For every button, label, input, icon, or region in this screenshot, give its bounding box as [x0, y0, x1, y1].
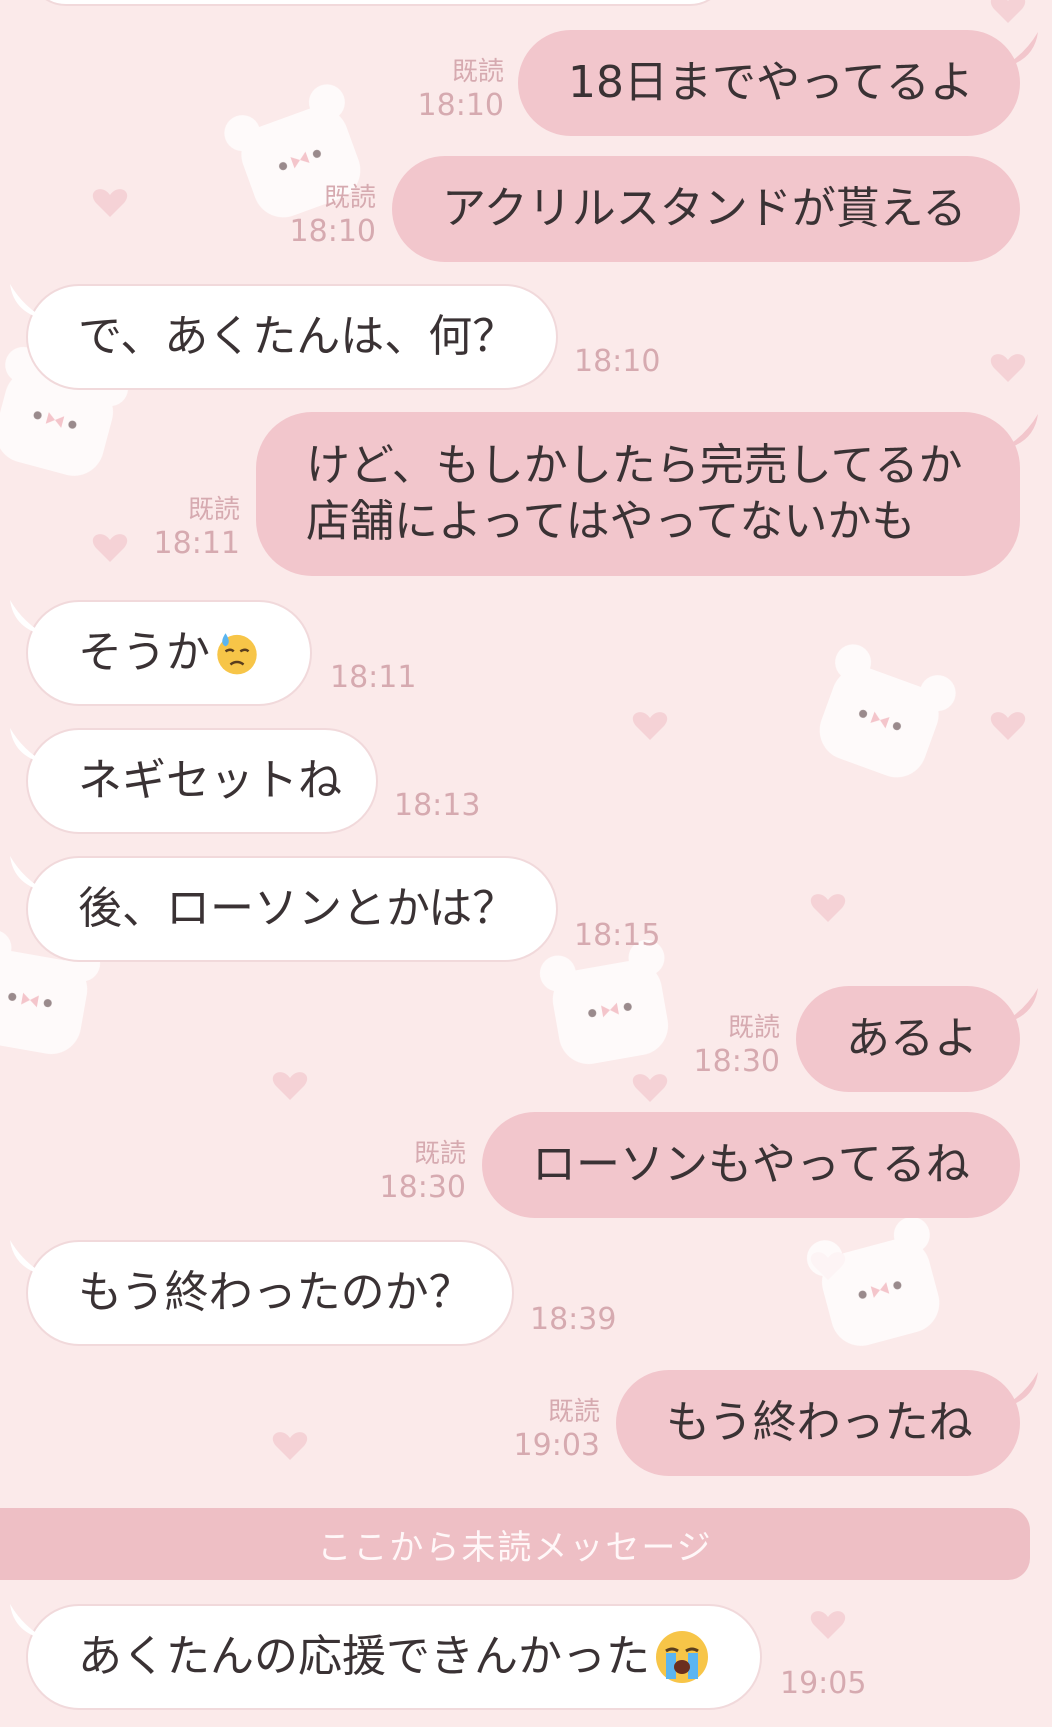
bear-icon: [806, 1216, 940, 1346]
message-text: あるよ: [846, 1013, 978, 1064]
heart-icon: [810, 1611, 846, 1639]
message-text: そうか: [78, 627, 210, 678]
bubble-tail: [1000, 32, 1038, 68]
read-receipt: 既読: [323, 183, 376, 213]
message-text: アクリルスタンドが貰える: [442, 183, 967, 234]
message-time: 18:39: [530, 1302, 617, 1337]
bear-icon: [539, 939, 669, 1065]
message-text: で、あくたんは、何？: [78, 311, 517, 362]
outgoing-message-bubble[interactable]: あるよ: [796, 986, 1020, 1092]
outgoing-message-bubble[interactable]: もう終わったね: [616, 1370, 1020, 1476]
incoming-message-bubble[interactable]: もう終わったのか？: [26, 1240, 514, 1346]
heart-icon: [92, 189, 128, 217]
heart-icon: [272, 1072, 308, 1100]
read-receipt: 既読: [727, 1013, 780, 1043]
outgoing-message-bubble[interactable]: アクリルスタンドが貰える: [392, 156, 1020, 262]
message-text: あくたんの応援できんかった: [78, 1631, 650, 1682]
heart-icon: [272, 1432, 308, 1460]
message-time: 19:03: [513, 1428, 600, 1463]
bubble-tail: [1000, 1372, 1038, 1408]
message-time: 18:11: [153, 526, 240, 561]
message-meta: 既読 18:30: [680, 1012, 780, 1080]
message-text: もう終わったのか？: [78, 1267, 473, 1318]
message-text-line: けど、もしかしたら完売してるか: [306, 440, 963, 491]
message-time: 18:30: [693, 1044, 780, 1079]
heart-icon: [92, 534, 128, 562]
read-receipt: 既読: [451, 57, 504, 87]
heart-icon: [990, 712, 1026, 740]
heart-icon: [632, 1074, 668, 1102]
message-text: 18日までやってるよ: [568, 57, 974, 108]
unread-messages-divider: ここから未読メッセージ: [0, 1508, 1030, 1580]
read-receipt: 既読: [413, 1139, 466, 1169]
message-time: 18:10: [289, 214, 376, 249]
loudly-crying-face-emoji: [656, 1631, 708, 1683]
bubble-tail: [10, 1604, 48, 1640]
message-text: もう終わったね: [666, 1397, 973, 1448]
heart-icon: [990, 354, 1026, 382]
message-meta: 既読 18:30: [366, 1138, 466, 1206]
incoming-message-bubble[interactable]: あくたんの応援できんかった: [26, 1604, 762, 1710]
bubble-tail: [10, 284, 48, 320]
bubble-tail: [10, 728, 48, 764]
incoming-message-bubble[interactable]: で、あくたんは、何？: [26, 284, 558, 390]
heart-icon: [990, 0, 1026, 23]
outgoing-message-bubble[interactable]: けど、もしかしたら完売してるか 店舗によってはやってないかも: [256, 412, 1020, 576]
bubble-tail: [10, 1240, 48, 1276]
message-time: 18:10: [574, 344, 661, 379]
message-text: ネギセットね: [78, 755, 342, 806]
incoming-message-bubble[interactable]: そうか: [26, 600, 312, 706]
message-time: 18:10: [417, 88, 504, 123]
message-meta: 既読 18:11: [140, 494, 240, 562]
bubble-tail: [10, 600, 48, 636]
read-receipt: 既読: [547, 1397, 600, 1427]
partial-incoming-bubble[interactable]: [28, 0, 728, 6]
message-time: 18:11: [330, 660, 417, 695]
message-time: 18:15: [574, 918, 661, 953]
heart-icon: [810, 894, 846, 922]
outgoing-message-bubble[interactable]: ローソンもやってるね: [482, 1112, 1020, 1218]
message-text: ローソンもやってるね: [532, 1139, 970, 1190]
message-time: 18:13: [394, 788, 481, 823]
bubble-tail: [1000, 414, 1038, 450]
outgoing-message-bubble[interactable]: 18日までやってるよ: [518, 30, 1020, 136]
heart-icon: [632, 712, 668, 740]
message-meta: 既読 18:10: [276, 182, 376, 250]
message-meta: 既読 19:03: [500, 1396, 600, 1464]
downcast-sweat-face-emoji: [217, 633, 257, 675]
message-meta: 既読 18:10: [400, 56, 504, 124]
incoming-message-bubble[interactable]: 後、ローソンとかは？: [26, 856, 558, 962]
message-text-line: 店舗によってはやってないかも: [306, 496, 916, 547]
incoming-message-bubble[interactable]: ネギセットね: [26, 728, 378, 834]
bubble-tail: [1000, 988, 1038, 1024]
message-time: 18:30: [379, 1170, 466, 1205]
bear-icon: [819, 644, 956, 778]
message-text: 後、ローソンとかは？: [78, 883, 517, 934]
bubble-tail: [10, 856, 48, 892]
read-receipt: 既読: [187, 495, 240, 525]
message-time: 19:05: [780, 1666, 867, 1701]
